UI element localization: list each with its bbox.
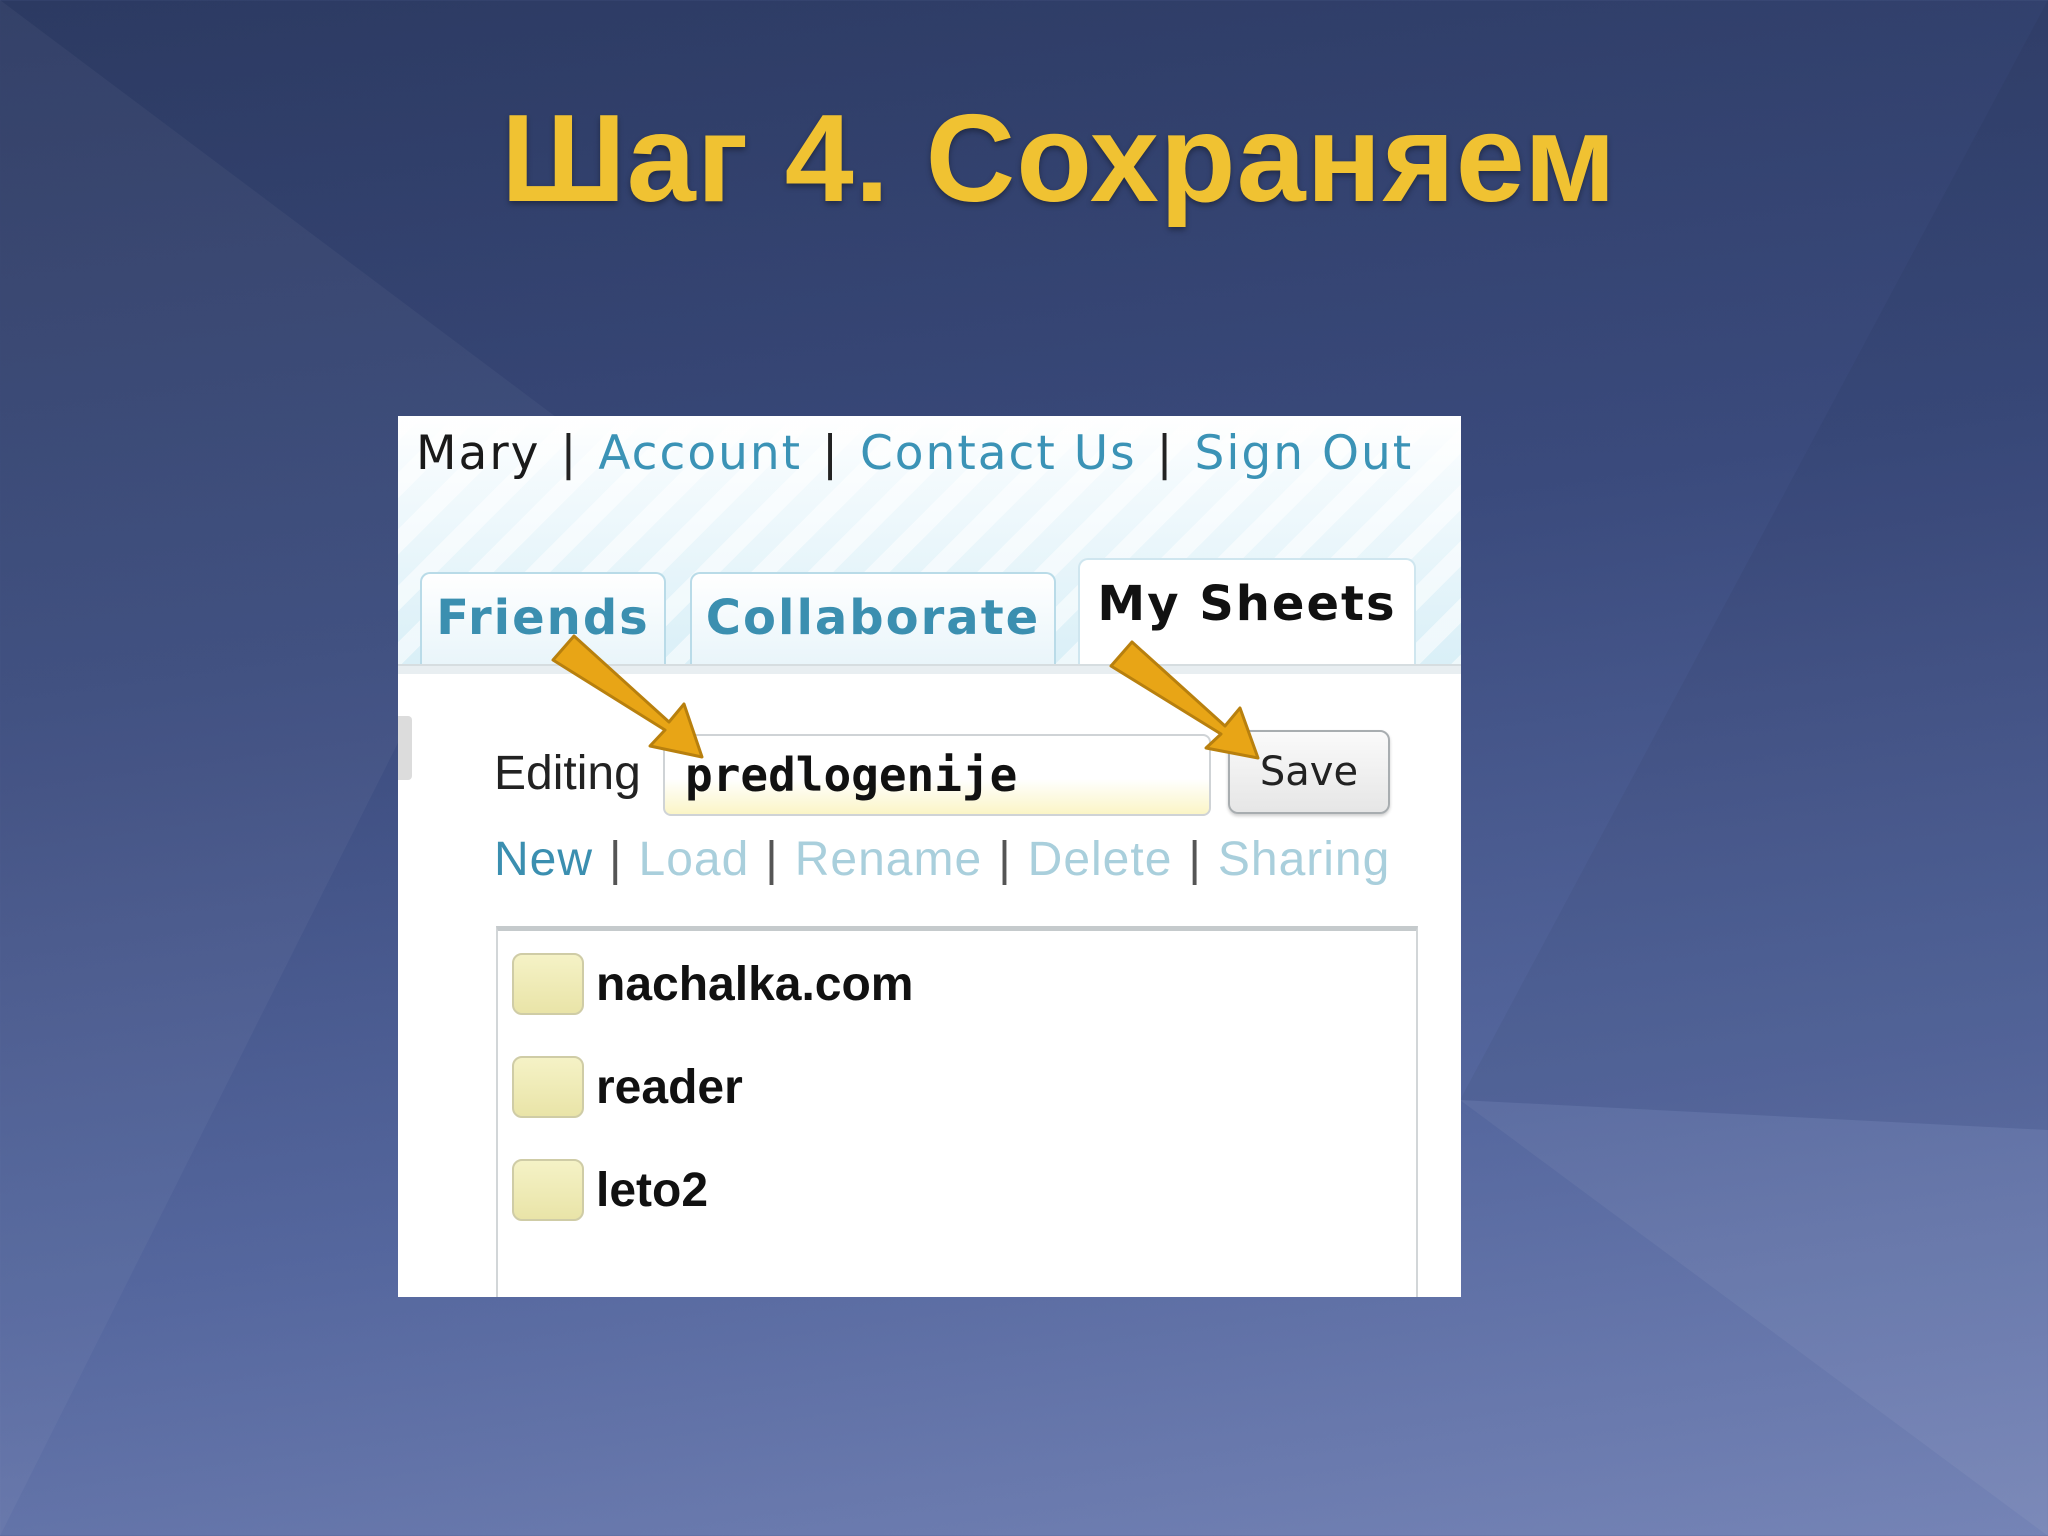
tab-friends[interactable]: Friends — [420, 572, 666, 664]
editing-label: Editing — [494, 747, 641, 800]
action-separator: | — [609, 833, 623, 886]
save-button[interactable]: Save — [1228, 730, 1390, 814]
sheet-name-input[interactable] — [663, 734, 1211, 816]
nav-separator: | — [560, 426, 579, 481]
collapse-handle[interactable] — [398, 716, 412, 780]
action-separator: | — [765, 833, 779, 886]
sheet-name: nachalka.com — [596, 957, 914, 1011]
new-link[interactable]: New — [494, 833, 593, 886]
sheet-name: reader — [596, 1060, 743, 1114]
list-item[interactable]: leto2 — [512, 1155, 708, 1225]
load-link[interactable]: Load — [639, 833, 750, 886]
sharing-link[interactable]: Sharing — [1218, 833, 1390, 886]
action-separator: | — [998, 833, 1012, 886]
sign-out-link[interactable]: Sign Out — [1195, 426, 1414, 481]
list-item[interactable]: reader — [512, 1052, 743, 1122]
tab-collaborate[interactable]: Collaborate — [690, 572, 1056, 664]
sheet-icon — [512, 953, 584, 1015]
user-nav: Mary | Account | Contact Us | Sign Out — [416, 426, 1413, 481]
sheet-icon — [512, 1056, 584, 1118]
list-item[interactable]: nachalka.com — [512, 949, 913, 1019]
rename-link[interactable]: Rename — [795, 833, 982, 886]
sheet-icon — [512, 1159, 584, 1221]
slide-title: Шаг 4. Сохраняем — [501, 90, 1617, 228]
account-link[interactable]: Account — [598, 426, 802, 481]
contact-us-link[interactable]: Contact Us — [860, 426, 1137, 481]
app-screenshot: Mary | Account | Contact Us | Sign Out Friends… — [398, 416, 1461, 1297]
sheet-actions: New | Load | Rename | Delete | Sharing — [494, 832, 1390, 887]
action-separator: | — [1188, 833, 1202, 886]
user-name: Mary — [416, 426, 541, 481]
nav-separator: | — [1156, 426, 1175, 481]
tab-baseline — [398, 664, 1461, 674]
nav-separator: | — [822, 426, 840, 481]
delete-link[interactable]: Delete — [1028, 833, 1173, 886]
tab-my-sheets[interactable]: My Sheets — [1078, 558, 1416, 666]
sheet-name: leto2 — [596, 1163, 709, 1217]
sheet-list: nachalka.com reader leto2 — [496, 926, 1418, 1297]
